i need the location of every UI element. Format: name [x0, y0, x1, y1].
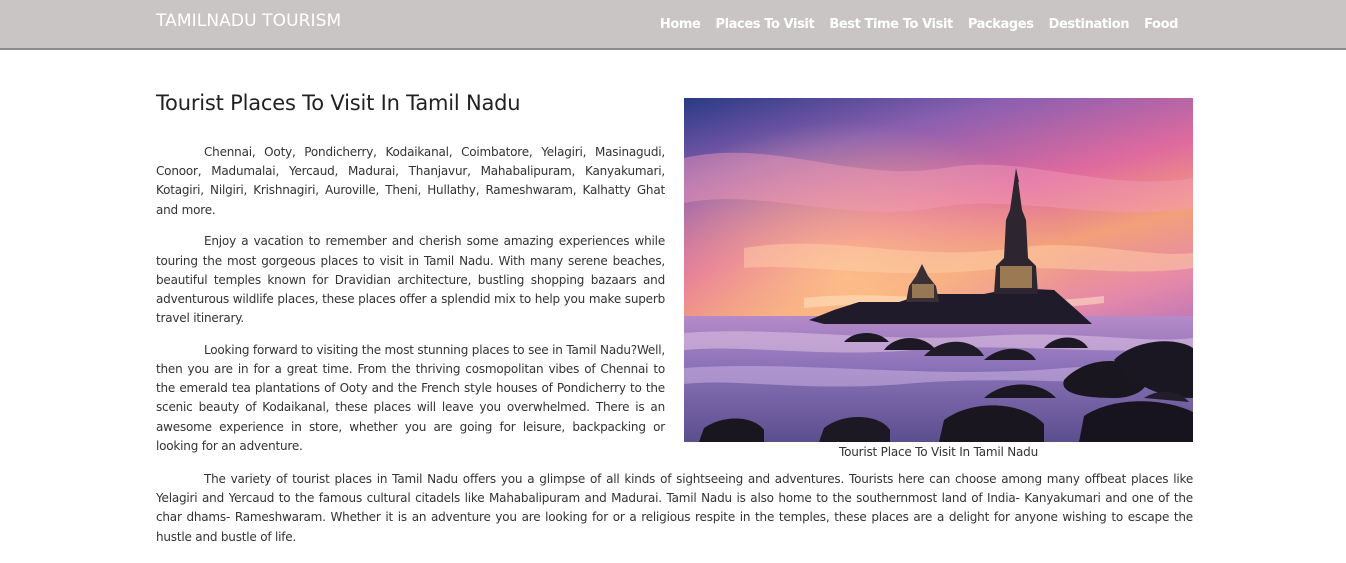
intro-paragraph-vacation: Enjoy a vacation to remember and cherish… [156, 234, 665, 326]
bottom-text-section: The variety of tourist places in Tamil N… [156, 470, 1193, 547]
nav-link-home[interactable]: Home [660, 17, 701, 32]
bottom-paragraph: The variety of tourist places in Tamil N… [156, 472, 1193, 544]
intro-paragraph-places: Chennai, Ooty, Pondicherry, Kodaikanal, … [156, 145, 665, 217]
nav-menu: Home Places To Visit Best Time To Visit … [660, 17, 1179, 32]
intro-paragraph-looking-forward: Looking forward to visiting the most stu… [156, 342, 665, 453]
image-caption: Tourist Place To Visit In Tamil Nadu [838, 445, 1038, 459]
brand-logo-text[interactable]: TAMILNADU TOURISM [156, 11, 341, 31]
nav-link-destination[interactable]: Destination [1049, 17, 1130, 32]
nav-link-packages[interactable]: Packages [968, 17, 1034, 32]
intro-text-column: Chennai, Ooty, Pondicherry, Kodaikanal, … [156, 143, 665, 469]
nav-link-places-to-visit[interactable]: Places To Visit [715, 17, 814, 32]
nav-link-best-time-to-visit[interactable]: Best Time To Visit [829, 17, 953, 32]
nav-link-food[interactable]: Food [1144, 17, 1178, 32]
top-navbar: TAMILNADU TOURISM Home Places To Visit B… [0, 0, 1346, 50]
kanyakumari-sunset-image [684, 98, 1193, 442]
page-heading: Tourist Places To Visit In Tamil Nadu [156, 91, 521, 115]
